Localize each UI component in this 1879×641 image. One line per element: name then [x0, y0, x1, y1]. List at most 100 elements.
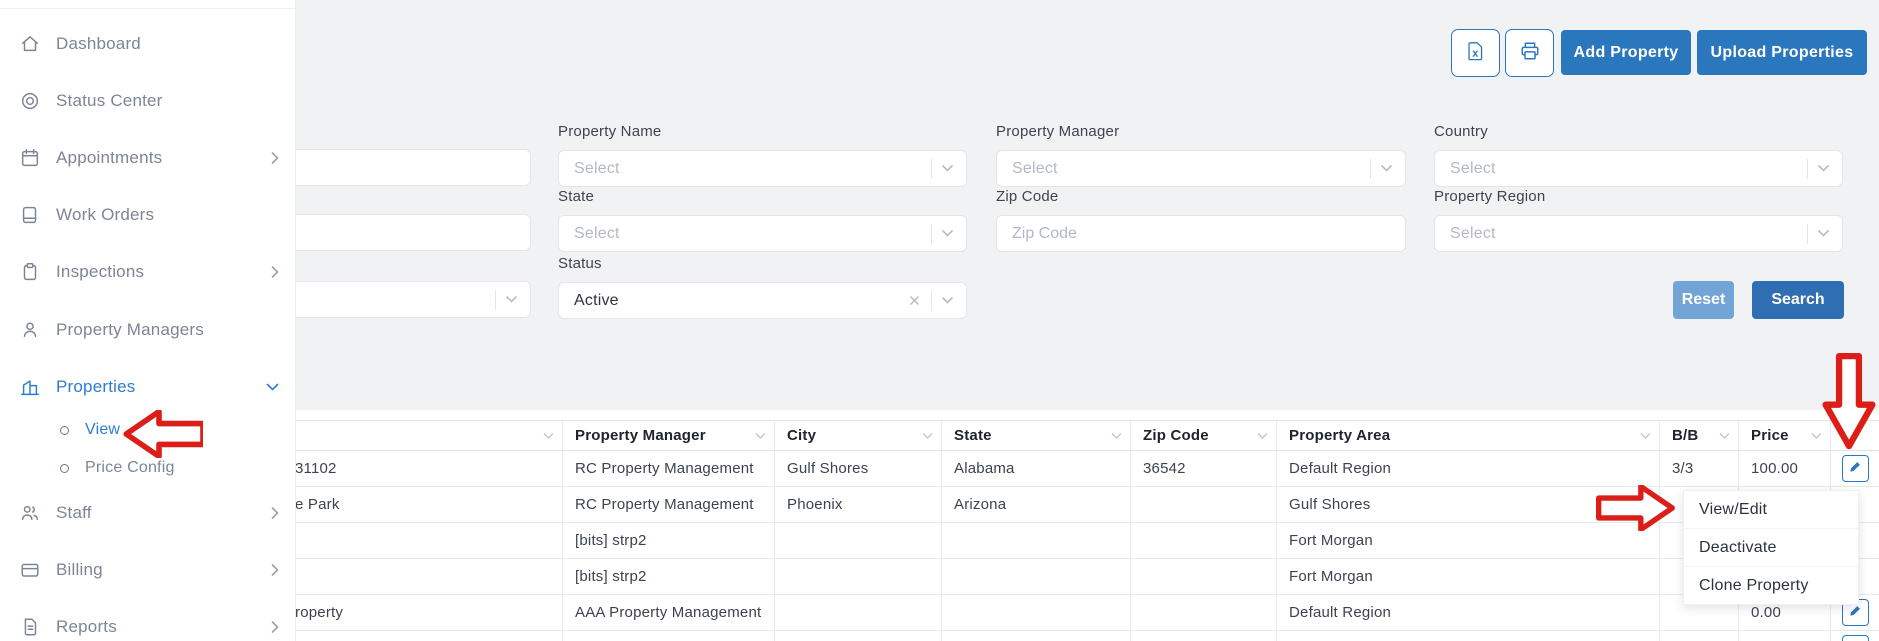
upload-properties-button[interactable]: Upload Properties [1697, 30, 1867, 75]
filter-status: Status Active [558, 255, 967, 319]
select-placeholder: Select [574, 225, 620, 243]
sidebar-item-work-orders[interactable]: Work Orders [0, 195, 295, 235]
property-region-label: Property Region [1434, 188, 1843, 205]
search-button[interactable]: Search [1752, 281, 1844, 319]
cell-property-area: Fort Morgan [1277, 523, 1660, 559]
cell-state [942, 631, 1131, 641]
sidebar-item-label: Inspections [56, 262, 144, 282]
sort-chevron-icon[interactable] [916, 432, 933, 440]
sidebar-subitem-label: Price Config [85, 459, 175, 477]
sidebar-item-inspections[interactable]: Inspections [0, 252, 295, 292]
column-header-city[interactable]: City [775, 421, 942, 451]
properties-table: Property Manager City State Zip Code Pro… [200, 420, 1879, 641]
sidebar-item-label: Billing [56, 560, 103, 580]
cell-property-manager: RC Property Management [563, 487, 775, 523]
sidebar-item-properties[interactable]: Properties [0, 367, 295, 407]
filter-property-manager: Property Manager Select [996, 123, 1406, 187]
sidebar-item-label: Staff [56, 503, 92, 523]
zip-code-label: Zip Code [996, 188, 1406, 205]
cell-property-manager: RC Property Management [563, 451, 775, 487]
table-row[interactable]: [bits] strp2 Fort Morgan [200, 559, 1879, 595]
sidebar-subitem-view[interactable]: View [0, 413, 295, 447]
sidebar-item-status-center[interactable]: Status Center [0, 81, 295, 121]
property-region-select[interactable]: Select [1434, 215, 1843, 252]
add-property-button[interactable]: Add Property [1561, 30, 1691, 75]
home-icon [18, 32, 42, 56]
print-button[interactable] [1505, 29, 1554, 77]
chevron-down-icon [941, 225, 954, 243]
cell-city [775, 631, 942, 641]
cell-zip-code [1131, 523, 1277, 559]
cell-zip-code: 36542 [1131, 451, 1277, 487]
sidebar-item-appointments[interactable]: Appointments [0, 138, 295, 178]
sort-chevron-icon[interactable] [1805, 432, 1822, 440]
property-name-label: Property Name [558, 123, 967, 140]
status-label: Status [558, 255, 967, 272]
state-select[interactable]: Select [558, 215, 967, 252]
sidebar-item-label: Properties [56, 377, 135, 397]
filter-property-name: Property Name Select [558, 123, 967, 187]
table-row[interactable]: e Park RC Property Management Phoenix Ar… [200, 487, 1879, 523]
sort-chevron-icon[interactable] [1105, 432, 1122, 440]
cell-city [775, 523, 942, 559]
cell-property-manager: AAA Property Management [563, 595, 775, 631]
cell-price [1739, 631, 1831, 641]
menu-item-clone-property[interactable]: Clone Property [1684, 567, 1858, 604]
sort-chevron-icon[interactable] [1713, 432, 1730, 440]
sidebar-item-label: Appointments [56, 148, 162, 168]
cell-property-area [1277, 631, 1660, 641]
sidebar-item-label: Property Managers [56, 320, 204, 340]
column-header-bb[interactable]: B/B [1660, 421, 1739, 451]
edit-property-button[interactable] [1842, 455, 1869, 482]
table-row[interactable]: [bits] strp2 Fort Morgan [200, 523, 1879, 559]
column-header-property-area[interactable]: Property Area [1277, 421, 1660, 451]
country-select[interactable]: Select [1434, 150, 1843, 187]
column-header-zip-code[interactable]: Zip Code [1131, 421, 1277, 451]
select-placeholder: Select [1450, 160, 1496, 178]
cell-city: Phoenix [775, 487, 942, 523]
property-name-select[interactable]: Select [558, 150, 967, 187]
sidebar-item-property-managers[interactable]: Property Managers [0, 310, 295, 350]
reset-button[interactable]: Reset [1673, 281, 1734, 319]
export-excel-button[interactable] [1451, 29, 1500, 77]
sidebar-item-staff[interactable]: Staff [0, 493, 295, 533]
menu-item-deactivate[interactable]: Deactivate [1684, 529, 1858, 567]
column-header-price[interactable]: Price [1739, 421, 1831, 451]
cell-zip-code [1131, 487, 1277, 523]
chevron-down-icon [505, 291, 518, 309]
sidebar-item-label: Reports [56, 617, 117, 637]
clipboard-icon [18, 260, 42, 284]
chevron-down-icon [1380, 160, 1393, 178]
chevron-down-icon [1817, 160, 1830, 178]
table-row[interactable]: 31102 RC Property Management Gulf Shores… [200, 451, 1879, 487]
row-context-menu: View/Edit Deactivate Clone Property [1683, 490, 1859, 605]
sidebar-subitem-price-config[interactable]: Price Config [0, 451, 295, 485]
bullet-icon [60, 426, 69, 435]
column-header-state[interactable]: State [942, 421, 1131, 451]
edit-property-button[interactable] [1842, 635, 1869, 641]
table-row[interactable]: roperty AAA Property Management Default … [200, 595, 1879, 631]
chevron-down-icon [266, 383, 279, 391]
clear-icon[interactable] [909, 295, 920, 306]
sort-chevron-icon[interactable] [1634, 432, 1651, 440]
cell-actions [1831, 451, 1879, 487]
sort-chevron-icon[interactable] [749, 432, 766, 440]
sidebar-item-billing[interactable]: Billing [0, 550, 295, 590]
column-header-property-manager[interactable]: Property Manager [563, 421, 775, 451]
sort-chevron-icon[interactable] [1251, 432, 1268, 440]
sidebar-item-reports[interactable]: Reports [0, 607, 295, 641]
status-select[interactable]: Active [558, 282, 967, 319]
status-value: Active [574, 292, 619, 310]
zip-code-input[interactable] [996, 215, 1406, 252]
property-manager-select[interactable]: Select [996, 150, 1406, 187]
sort-chevron-icon[interactable] [537, 432, 554, 440]
menu-item-view-edit[interactable]: View/Edit [1684, 491, 1858, 529]
calendar-icon [18, 146, 42, 170]
table-row[interactable] [200, 631, 1879, 641]
country-label: Country [1434, 123, 1843, 140]
select-placeholder: Select [1012, 160, 1058, 178]
bullet-icon [60, 464, 69, 473]
table-header-row: Property Manager City State Zip Code Pro… [200, 420, 1879, 451]
cell-property-area: Default Region [1277, 595, 1660, 631]
sidebar-item-dashboard[interactable]: Dashboard [0, 24, 295, 64]
